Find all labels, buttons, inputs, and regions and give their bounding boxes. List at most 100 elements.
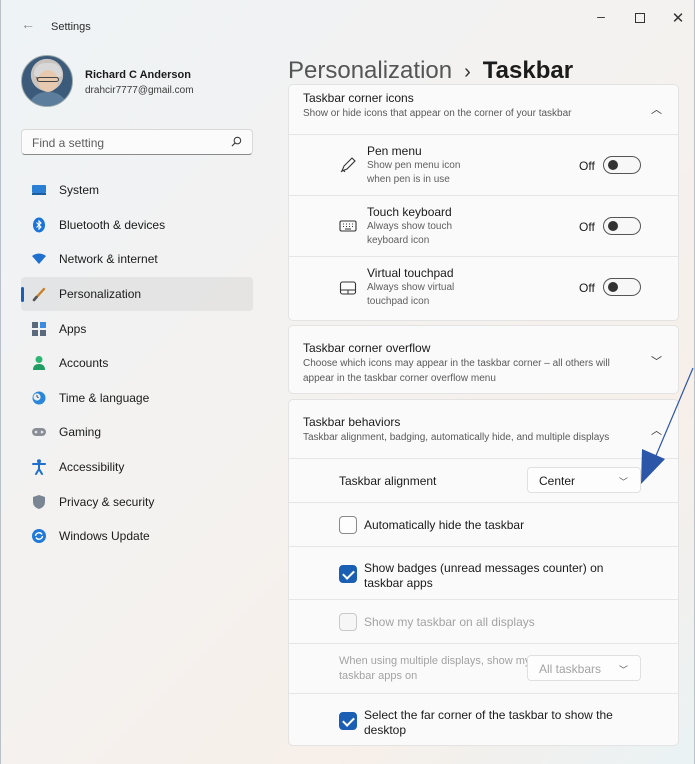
taskbar-behaviors-header[interactable]: Taskbar behaviors Taskbar alignment, bad… bbox=[289, 400, 678, 458]
chevron-up-icon[interactable]: ︿ bbox=[651, 101, 662, 117]
card-title: Taskbar corner icons bbox=[303, 91, 414, 105]
app-title: Settings bbox=[51, 21, 91, 33]
page-title: Taskbar bbox=[482, 57, 574, 84]
auto-hide-checkbox[interactable] bbox=[339, 516, 357, 534]
sidebar-item-privacy[interactable]: Privacy & security bbox=[21, 484, 253, 519]
accessibility-icon bbox=[31, 459, 47, 476]
multiple-displays-row: When using multiple displays, show my ta… bbox=[289, 643, 678, 693]
search-input[interactable]: Find a setting bbox=[21, 129, 253, 155]
sidebar-item-label: Time & language bbox=[59, 390, 150, 405]
sidebar-nav: System Bluetooth & devices Network & int… bbox=[21, 173, 253, 554]
touchpad-icon bbox=[339, 281, 357, 295]
avatar[interactable] bbox=[21, 55, 73, 107]
virtual-touchpad-row: Virtual touchpad Always show virtual tou… bbox=[289, 256, 678, 318]
taskbar-behaviors-card: Taskbar behaviors Taskbar alignment, bad… bbox=[288, 399, 679, 746]
pen-menu-row: Pen menu Show pen menu icon when pen is … bbox=[289, 134, 678, 195]
all-displays-checkbox[interactable] bbox=[339, 613, 357, 631]
checkbox-label[interactable]: Show badges (unread messages counter) on… bbox=[364, 561, 634, 591]
sidebar-item-gaming[interactable]: Gaming bbox=[21, 415, 253, 450]
sidebar-item-label: System bbox=[59, 183, 100, 198]
bluetooth-icon bbox=[31, 217, 47, 233]
pen-menu-toggle[interactable] bbox=[603, 156, 641, 174]
sidebar-item-label: Privacy & security bbox=[59, 494, 155, 509]
sidebar-item-windows-update[interactable]: Windows Update bbox=[21, 519, 253, 554]
card-description: Choose which icons may appear in the tas… bbox=[303, 358, 610, 384]
checkbox-label[interactable]: Automatically hide the taskbar bbox=[364, 518, 634, 533]
chevron-up-icon[interactable]: ︿ bbox=[651, 422, 662, 438]
shield-icon bbox=[31, 494, 47, 510]
sidebar-item-label: Bluetooth & devices bbox=[59, 217, 166, 232]
breadcrumb: Personalization › Taskbar bbox=[288, 57, 573, 85]
card-title: Taskbar behaviors bbox=[303, 415, 401, 429]
sidebar-item-network[interactable]: Network & internet bbox=[21, 242, 253, 277]
taskbar-alignment-select[interactable]: Center ﹀ bbox=[527, 467, 641, 493]
chevron-down-icon[interactable]: ﹀ bbox=[651, 353, 662, 369]
minimize-button[interactable]: – bbox=[591, 8, 611, 24]
taskbar-alignment-row: Taskbar alignment Center ﹀ bbox=[289, 458, 678, 502]
chevron-down-icon: ﹀ bbox=[618, 477, 628, 487]
sidebar-item-time-language[interactable]: Time & language bbox=[21, 381, 253, 416]
all-displays-row: Show my taskbar on all displays bbox=[289, 599, 678, 643]
sidebar-item-label: Accessibility bbox=[59, 460, 125, 475]
show-badges-row: Show badges (unread messages counter) on… bbox=[289, 546, 678, 599]
user-email: drahcir7777@gmail.com bbox=[85, 85, 194, 96]
sidebar-item-accessibility[interactable]: Accessibility bbox=[21, 450, 253, 485]
row-subtitle: Always show virtual touchpad icon bbox=[367, 282, 455, 307]
toggle-state: Off bbox=[579, 281, 595, 295]
keyboard-icon bbox=[339, 220, 357, 232]
multiple-displays-select[interactable]: All taskbars ﹀ bbox=[527, 655, 641, 681]
sidebar-item-accounts[interactable]: Accounts bbox=[21, 346, 253, 381]
taskbar-corner-overflow-card[interactable]: Taskbar corner overflow Choose which ico… bbox=[288, 325, 679, 394]
row-subtitle: Always show touch keyboard icon bbox=[367, 221, 453, 246]
select-value: Center bbox=[539, 474, 576, 488]
select-value: All taskbars bbox=[539, 662, 602, 676]
show-badges-checkbox[interactable] bbox=[339, 565, 357, 583]
taskbar-corner-icons-header[interactable]: Taskbar corner icons Show or hide icons … bbox=[289, 85, 678, 134]
sidebar-item-system[interactable]: System bbox=[21, 173, 253, 208]
sidebar-item-label: Apps bbox=[59, 321, 87, 336]
close-button[interactable]: ✕ bbox=[668, 9, 688, 27]
sidebar-item-label: Network & internet bbox=[59, 252, 158, 267]
user-name: Richard C Anderson bbox=[85, 69, 191, 81]
breadcrumb-parent[interactable]: Personalization bbox=[288, 57, 452, 84]
settings-window: ← Settings – ✕ Richard C Anderson drahci… bbox=[0, 0, 695, 764]
sidebar-item-personalization[interactable]: Personalization bbox=[21, 276, 253, 312]
apps-icon bbox=[31, 321, 47, 337]
row-subtitle: Show pen menu icon when pen is in use bbox=[367, 160, 461, 185]
maximize-button[interactable] bbox=[630, 10, 650, 26]
breadcrumb-separator: › bbox=[464, 61, 471, 83]
checkbox-label: Show my taskbar on all displays bbox=[364, 615, 535, 629]
touch-keyboard-toggle[interactable] bbox=[603, 217, 641, 235]
row-title: Virtual touchpad bbox=[367, 266, 454, 280]
monitor-icon bbox=[31, 182, 47, 198]
back-arrow-icon[interactable]: ← bbox=[21, 16, 35, 32]
person-icon bbox=[31, 355, 47, 371]
card-description: Show or hide icons that appear on the co… bbox=[303, 108, 572, 119]
search-icon bbox=[231, 136, 242, 147]
far-corner-checkbox[interactable] bbox=[339, 712, 357, 730]
wifi-icon bbox=[31, 251, 47, 267]
sidebar-item-label: Windows Update bbox=[59, 529, 150, 544]
far-corner-row: Select the far corner of the taskbar to … bbox=[289, 693, 678, 746]
toggle-state: Off bbox=[579, 220, 595, 234]
checkbox-label[interactable]: Select the far corner of the taskbar to … bbox=[364, 708, 634, 738]
row-title: Touch keyboard bbox=[367, 205, 452, 219]
gamepad-icon bbox=[31, 424, 47, 440]
search-placeholder: Find a setting bbox=[32, 136, 105, 150]
toggle-state: Off bbox=[579, 159, 595, 173]
auto-hide-row: Automatically hide the taskbar bbox=[289, 502, 678, 546]
sidebar-item-apps[interactable]: Apps bbox=[21, 311, 253, 346]
card-description: Taskbar alignment, badging, automaticall… bbox=[303, 432, 610, 443]
sidebar-item-bluetooth[interactable]: Bluetooth & devices bbox=[21, 208, 253, 243]
title-bar: ← Settings – ✕ bbox=[1, 0, 694, 40]
chevron-down-icon: ﹀ bbox=[618, 665, 628, 675]
sidebar-item-label: Personalization bbox=[59, 287, 142, 302]
touch-keyboard-row: Touch keyboard Always show touch keyboar… bbox=[289, 195, 678, 256]
card-title: Taskbar corner overflow bbox=[303, 341, 431, 355]
row-title: When using multiple displays, show my ta… bbox=[339, 655, 531, 682]
maximize-icon bbox=[635, 13, 645, 23]
sidebar-item-label: Gaming bbox=[59, 425, 102, 440]
row-title: Pen menu bbox=[367, 144, 422, 158]
virtual-touchpad-toggle[interactable] bbox=[603, 278, 641, 296]
sidebar-item-label: Accounts bbox=[59, 356, 109, 371]
